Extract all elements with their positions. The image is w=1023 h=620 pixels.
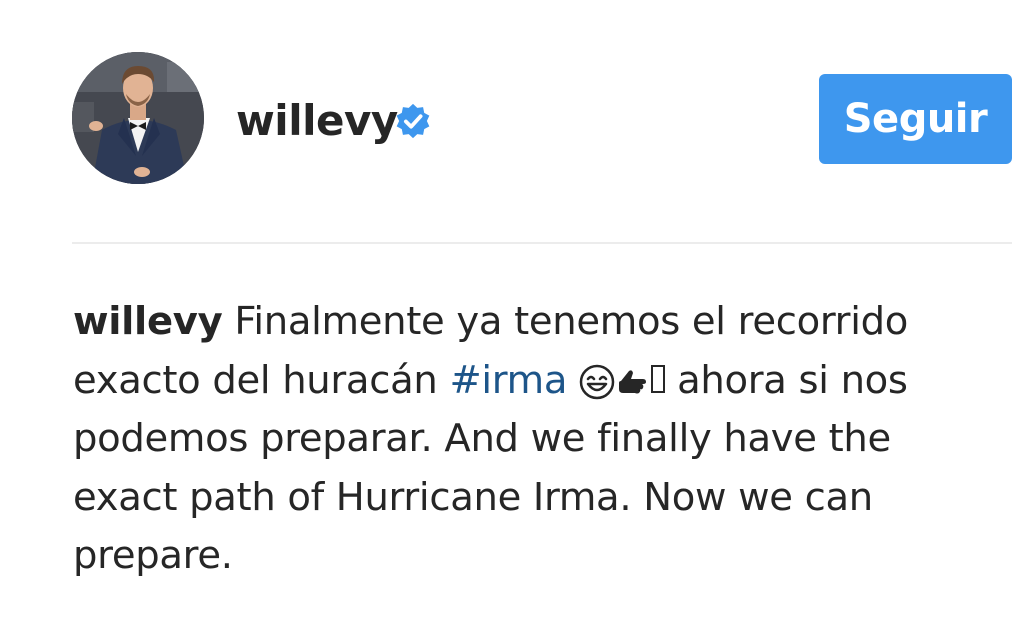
avatar-photo — [72, 52, 204, 184]
post-caption: willevy Finalmente ya tenemos el recorri… — [73, 293, 973, 586]
missing-glyph-icon — [651, 365, 666, 394]
profile-avatar[interactable] — [72, 52, 204, 184]
hashtag-link[interactable]: #irma — [449, 358, 567, 403]
pointing-hand-icon — [619, 370, 647, 394]
follow-button[interactable]: Seguir — [819, 74, 1012, 164]
username[interactable]: willevy — [236, 96, 398, 146]
smiling-face-icon — [579, 364, 615, 400]
caption-username[interactable]: willevy — [73, 299, 223, 344]
post-header: willevy Seguir — [0, 0, 1023, 243]
verified-badge-icon — [396, 103, 430, 139]
divider — [72, 242, 1012, 244]
